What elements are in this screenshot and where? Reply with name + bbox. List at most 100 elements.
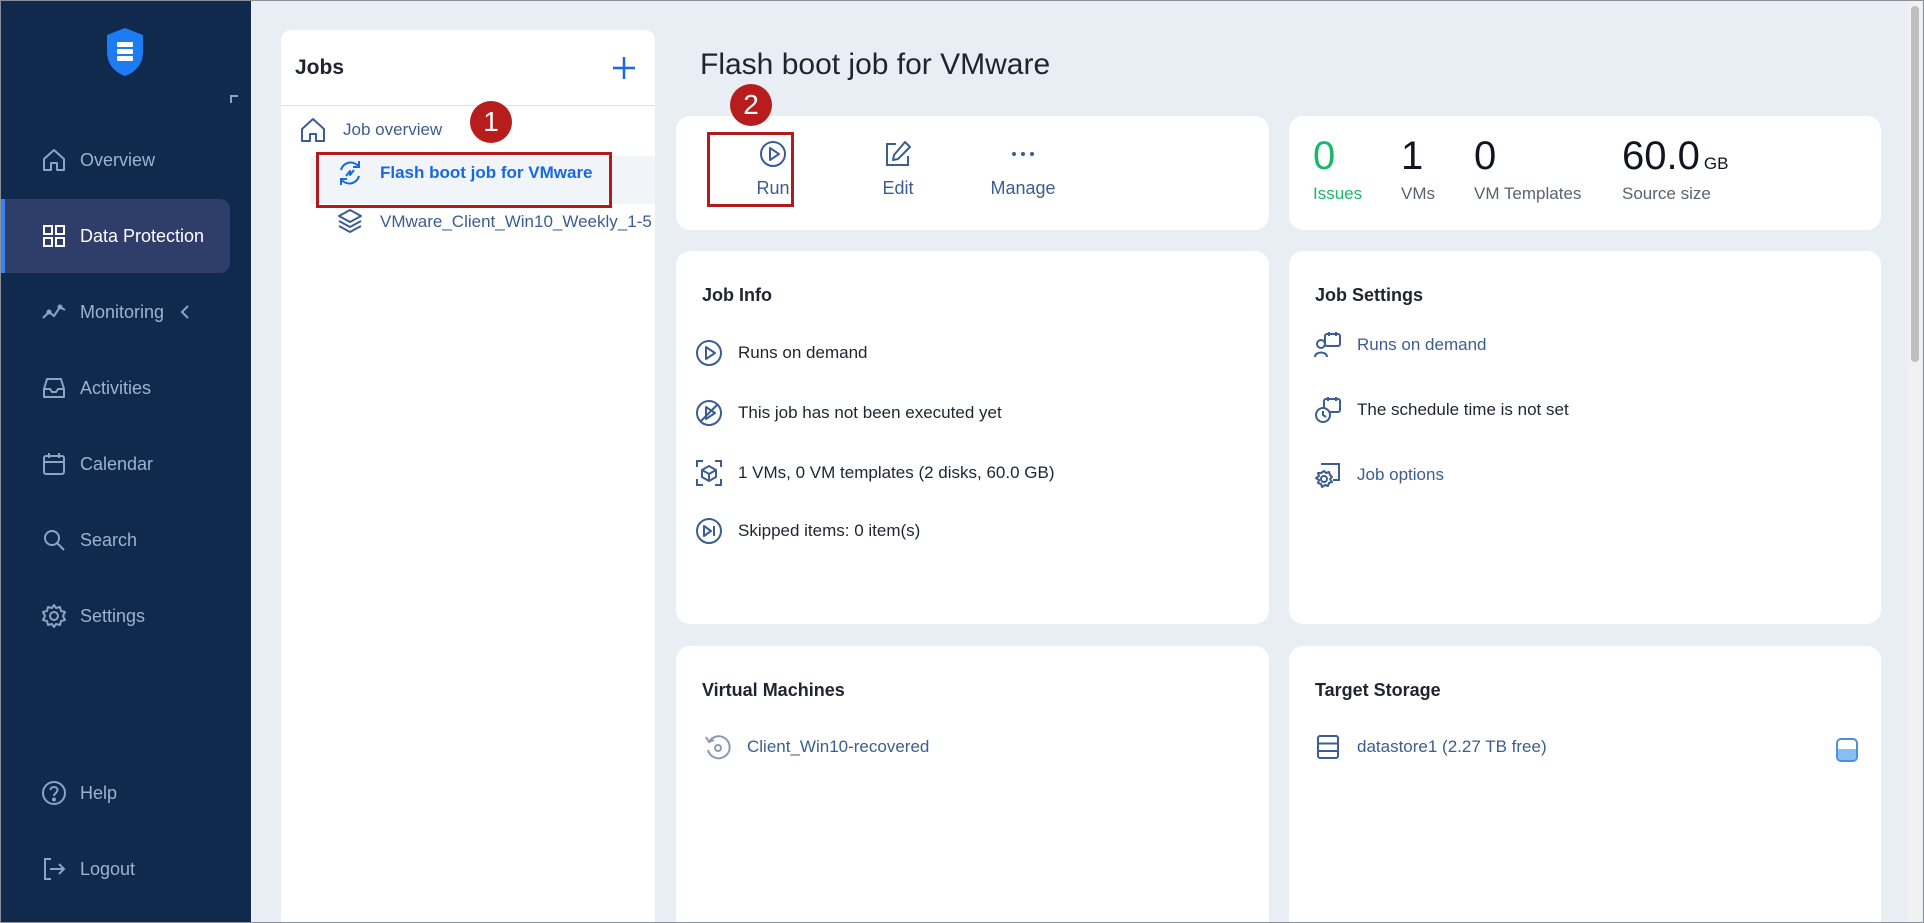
target-storage-card: Target Storage datastore1 (2.27 TB free) [1289,646,1881,923]
virtual-machines-card: Virtual Machines Client_Win10-recovered [676,646,1269,923]
edit-icon [882,138,914,170]
calendar-icon [40,450,68,478]
sidebar-item-help[interactable]: Help [0,756,230,830]
job-overview-label: Job overview [343,120,443,139]
sidebar-collapse-handle[interactable] [230,95,238,103]
add-job-button[interactable] [607,51,641,85]
virtual-machines-title: Virtual Machines [702,680,845,700]
vms-value: 1 [1401,134,1424,178]
sidebar-item-search[interactable]: Search [0,503,230,577]
manage-button[interactable]: Manage [968,138,1078,199]
jobs-header: Jobs [281,30,655,106]
vms-label: VMs [1401,184,1435,203]
edit-button[interactable]: Edit [843,138,953,199]
issues-label: Issues [1313,184,1363,203]
job-info-skipped-text: Skipped items: 0 item(s) [738,521,921,540]
actions-card: Run Edit Manage [676,116,1269,230]
target-storage-title: Target Storage [1315,680,1441,700]
vm-restore-icon [703,732,733,762]
gear-icon [40,602,68,630]
job-settings-runs-link[interactable]: Runs on demand [1313,330,1486,360]
more-horizontal-icon [1007,138,1039,170]
job-info-card: Job Info Runs on demand This job has not… [676,251,1269,624]
scrollbar-thumb[interactable] [1911,6,1919,362]
sidebar-item-label: Settings [80,605,146,626]
grid-icon [40,222,68,250]
sidebar-item-label: Logout [80,858,136,879]
sidebar-item-label: Search [80,529,138,550]
app-logo [104,26,146,78]
job-settings-runs-text: Runs on demand [1357,335,1487,354]
sidebar-item-label: Activities [80,377,152,398]
page-scrollbar[interactable] [1908,0,1922,923]
job-settings-schedule: The schedule time is not set [1313,395,1569,425]
sidebar-item-overview[interactable]: Overview [0,123,230,197]
job-overview-item[interactable]: Job overview [297,114,442,146]
datastore-text: datastore1 (2.27 TB free) [1357,737,1547,756]
sidebar-item-logout[interactable]: Logout [0,832,230,906]
job-info-skipped: Skipped items: 0 item(s) [694,516,920,546]
sidebar-item-monitoring[interactable]: Monitoring [0,275,230,349]
job-info-title: Job Info [702,285,772,305]
home-icon [40,146,68,174]
help-icon [40,779,68,807]
plus-icon [613,56,635,79]
flash-boot-job-icon [334,157,366,189]
job-options-text: Job options [1357,465,1444,484]
run-label: Run [756,178,790,198]
sidebar-item-settings[interactable]: Settings [0,579,230,653]
sidebar-item-label: Overview [80,149,156,170]
job-info-items-text: 1 VMs, 0 VM templates (2 disks, 60.0 GB) [738,463,1055,482]
job-settings-title: Job Settings [1315,285,1424,305]
job-info-executed-text: This job has not been executed yet [738,403,1002,422]
source-size-unit: GB [1703,154,1729,173]
chart-line-icon [40,298,68,326]
sidebar-item-data-protection[interactable]: Data Protection [0,199,230,273]
options-gear-icon [1313,460,1343,490]
sidebar: Overview Data Protection Monitoring Acti… [0,0,251,923]
job-item-vmware-client[interactable]: VMware_Client_Win10_Weekly_1-5 [334,206,652,238]
skip-circle-icon [694,516,724,546]
step-1-badge: 1 [470,101,512,143]
vm-link[interactable]: Client_Win10-recovered [703,732,929,762]
job-info-executed: This job has not been executed yet [694,398,1002,428]
issues-value: 0 [1313,134,1336,178]
job-info-runs-text: Runs on demand [738,343,868,362]
storage-icon [1313,732,1343,762]
schedule-clock-icon [1313,395,1343,425]
schedule-user-icon [1313,330,1343,360]
vm-name-text: Client_Win10-recovered [747,737,930,756]
templates-label: VM Templates [1474,184,1582,203]
source-size-stat: 60.0 GB Source size [1622,134,1728,204]
step-2-badge: 2 [730,84,772,126]
run-button[interactable]: Run [718,138,828,199]
vms-stat: 1 VMs [1401,134,1435,204]
sidebar-item-label: Help [80,782,118,803]
edit-label: Edit [882,178,914,198]
chevron-left-icon[interactable] [178,303,192,321]
manage-label: Manage [990,178,1056,198]
sidebar-item-activities[interactable]: Activities [0,351,230,425]
job-info-items: 1 VMs, 0 VM templates (2 disks, 60.0 GB) [694,458,1055,488]
not-executed-icon [694,398,724,428]
sidebar-item-label: Calendar [80,453,154,474]
jobs-title: Jobs [295,55,345,79]
search-icon [40,526,68,554]
templates-value: 0 [1474,134,1497,178]
storage-usage-fill [1838,749,1856,760]
job-settings-card: Job Settings Runs on demand The schedule… [1289,251,1881,624]
datastore-link[interactable]: datastore1 (2.27 TB free) [1313,732,1547,762]
sidebar-item-calendar[interactable]: Calendar [0,427,230,501]
issues-stat[interactable]: 0 Issues [1313,134,1362,204]
job-item-flash-boot[interactable]: Flash boot job for VMware [334,157,593,189]
play-circle-icon [757,138,789,170]
job-options-link[interactable]: Job options [1313,460,1444,490]
page-title: Flash boot job for VMware [700,48,1051,81]
jobs-panel: Jobs Job overview Flash boot job for VMw… [281,30,655,923]
inbox-icon [40,374,68,402]
storage-usage-indicator [1836,738,1858,762]
templates-stat: 0 VM Templates [1474,134,1581,204]
backup-job-icon [334,206,366,238]
source-size-value: 60.0 [1622,134,1700,178]
job-item-label: VMware_Client_Win10_Weekly_1-5 [380,212,652,231]
